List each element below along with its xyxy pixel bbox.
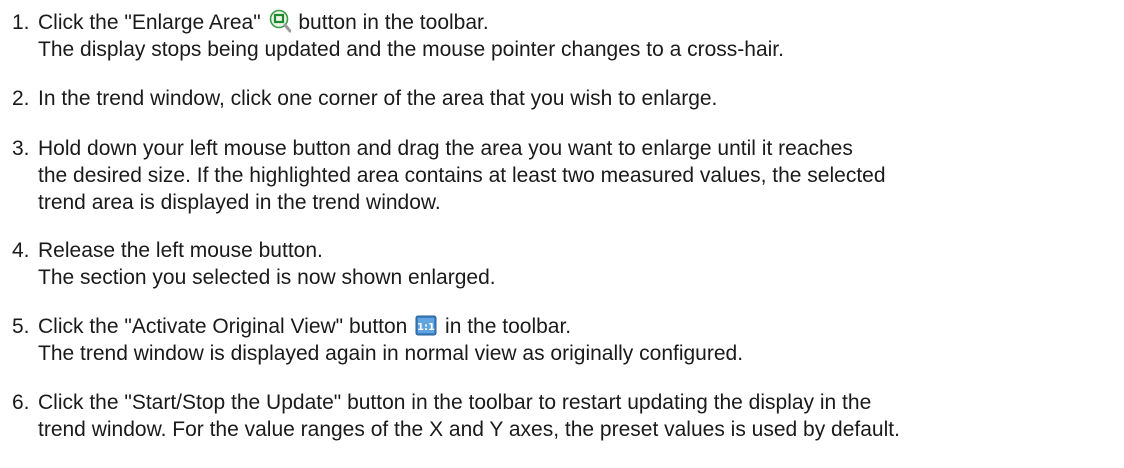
step-text: Click the "Enlarge Area" — [38, 11, 261, 34]
step-3-line-3: trend area is displayed in the trend win… — [38, 191, 441, 214]
step-number: 6. — [12, 391, 30, 414]
step-6-line-1: Click the "Start/Stop the Update" button… — [38, 391, 872, 414]
step-number: 2. — [12, 87, 30, 110]
step-3-line-2: the desired size. If the highlighted are… — [38, 164, 886, 187]
enlarge-area-icon — [269, 9, 291, 33]
step-number: 4. — [12, 239, 30, 262]
step-4-line-2: The section you selected is now shown en… — [38, 266, 496, 289]
instruction-steps: 1. Click the "Enlarge Area" button in th… — [0, 0, 1124, 468]
step-text: Click the "Activate Original View" butto… — [38, 315, 408, 338]
step-1-line-2: The display stops being updated and the … — [38, 38, 784, 61]
step-number: 5. — [12, 315, 30, 338]
step-number: 3. — [12, 137, 30, 160]
step-text: in the toolbar. — [445, 315, 572, 338]
step-4-line-1: Release the left mouse button. — [38, 239, 323, 262]
step-5-line-1: Click the "Activate Original View" butto… — [38, 313, 743, 340]
svg-text:1:1: 1:1 — [417, 322, 435, 333]
step-number: 1. — [12, 11, 30, 34]
step-5-line-2: The trend window is displayed again in n… — [38, 342, 744, 365]
original-view-icon: 1:1 — [415, 315, 437, 336]
step-2-line-1: In the trend window, click one corner of… — [38, 87, 718, 110]
step-text: button in the toolbar. — [298, 11, 489, 34]
step-3-line-1: Hold down your left mouse button and dra… — [38, 137, 853, 160]
step-6-line-2: trend window. For the value ranges of th… — [38, 418, 900, 441]
step-1-line-1: Click the "Enlarge Area" button in the t… — [38, 9, 784, 36]
